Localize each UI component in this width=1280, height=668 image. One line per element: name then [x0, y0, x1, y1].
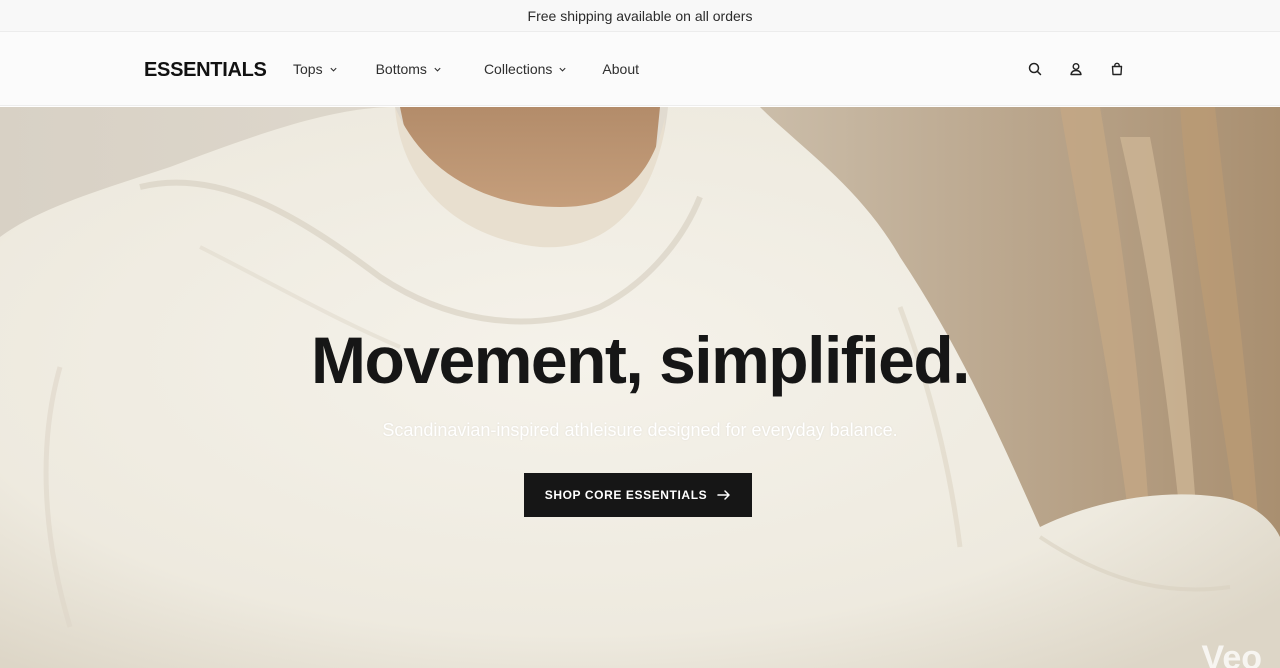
search-button[interactable]: [1024, 58, 1046, 80]
site-header: ESSENTIALS Tops Bottoms Collections Abou…: [0, 32, 1280, 106]
account-button[interactable]: [1065, 58, 1087, 80]
hero-banner: Movement, simplified. Scandinavian-inspi…: [0, 107, 1280, 668]
nav-item-label: Tops: [293, 61, 323, 77]
nav-item-label: About: [602, 61, 640, 77]
hero-title: Movement, simplified.: [311, 323, 970, 397]
cta-label: SHOP CORE ESSENTIALS: [544, 488, 708, 502]
cart-button[interactable]: [1106, 58, 1128, 80]
nav-item-collections[interactable]: Collections: [484, 61, 567, 77]
cart-icon: [1111, 62, 1123, 76]
nav-item-label: Collections: [483, 61, 553, 77]
header-actions: [1005, 32, 1128, 106]
search-icon: [1028, 62, 1042, 76]
nav-item-label: Bottoms: [375, 61, 427, 77]
chevron-down-icon: [559, 67, 567, 72]
watermark: Veo: [1201, 639, 1262, 668]
shop-core-essentials-button[interactable]: SHOP CORE ESSENTIALS: [524, 473, 752, 517]
chevron-down-icon: [329, 67, 337, 72]
main-nav: Tops Bottoms Collections About: [293, 32, 677, 106]
chevron-down-icon: [434, 67, 441, 72]
nav-item-about[interactable]: About: [602, 61, 639, 77]
nav-item-bottoms[interactable]: Bottoms: [376, 61, 442, 77]
announcement-bar: Free shipping available on all orders: [0, 0, 1280, 32]
announcement-text: Free shipping available on all orders: [527, 7, 753, 24]
account-icon: [1070, 63, 1082, 76]
arrow-right-icon: [717, 490, 730, 500]
nav-item-tops[interactable]: Tops: [293, 61, 338, 77]
hero-content: Movement, simplified. Scandinavian-inspi…: [0, 107, 1280, 668]
brand-logo[interactable]: ESSENTIALS: [144, 59, 267, 82]
hero-subtitle: Scandinavian-inspired athleisure designe…: [382, 420, 898, 440]
